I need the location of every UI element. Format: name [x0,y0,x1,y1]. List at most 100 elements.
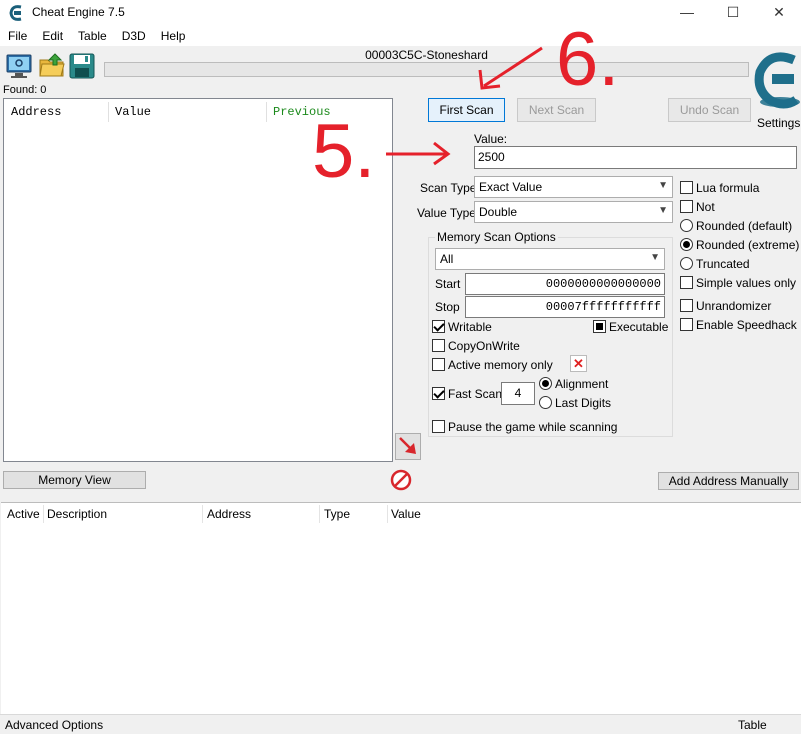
start-address-input[interactable]: 0000000000000000 [465,273,665,295]
maximize-button[interactable]: ☐ [710,0,756,26]
alignment-radio[interactable] [539,377,552,390]
open-folder-button[interactable] [38,52,66,80]
value-type-label: Value Type [417,206,476,220]
cheat-engine-logo-icon[interactable] [754,50,801,114]
cheat-engine-app-icon [9,5,22,21]
fast-scan-checkbox[interactable] [432,387,445,400]
close-icon: ✕ [773,4,785,20]
not-label: Not [696,200,715,214]
copy-on-write-label: CopyOnWrite [448,339,520,353]
chevron-down-icon: ▼ [658,205,668,216]
save-button[interactable] [68,52,96,80]
simple-values-only-checkbox[interactable] [680,276,693,289]
lua-formula-checkbox[interactable] [680,181,693,194]
column-separator [43,505,44,523]
executable-label: Executable [609,320,669,334]
value-type-select[interactable]: Double ▼ [474,201,673,223]
minimize-button[interactable]: — [664,0,710,26]
memory-region-select[interactable]: All ▼ [435,248,665,270]
simple-values-only-label: Simple values only [696,276,797,290]
writable-checkbox[interactable] [432,320,445,333]
memory-view-button[interactable]: Memory View [3,471,146,489]
pause-game-label: Pause the game while scanning [448,420,618,434]
scan-type-value: Exact Value [479,180,543,194]
menu-d3d[interactable]: D3D [114,26,153,43]
start-label: Start [435,277,461,291]
column-address[interactable]: Address [4,99,61,125]
column-value[interactable]: Value [391,507,421,521]
close-button[interactable]: ✕ [756,0,801,26]
pause-game-checkbox[interactable] [432,420,445,433]
active-memory-only-checkbox[interactable] [432,358,445,371]
rounded-extreme-radio[interactable] [680,238,693,251]
found-count: Found: 0 [3,84,47,96]
rounded-extreme-label: Rounded (extreme) [696,238,800,252]
minimize-icon: — [680,4,694,20]
enable-speedhack-checkbox[interactable] [680,318,693,331]
window-title: Cheat Engine 7.5 [32,5,125,19]
open-process-button[interactable] [5,52,33,80]
last-digits-radio[interactable] [539,396,552,409]
memory-scan-options-title: Memory Scan Options [435,230,558,244]
copy-on-write-checkbox[interactable] [432,339,445,352]
column-active[interactable]: Active [7,507,40,521]
undo-scan-button[interactable]: Undo Scan [668,98,751,122]
rounded-default-label: Rounded (default) [696,219,793,233]
executable-checkbox[interactable] [593,320,606,333]
truncated-radio[interactable] [680,257,693,270]
status-bar [0,714,801,734]
annotation-arrow-down-left-icon [478,46,543,90]
chevron-down-icon: ▼ [658,180,668,191]
address-list[interactable]: Active Description Address Type Value [1,502,801,714]
menu-table[interactable]: Table [70,26,114,43]
column-separator [202,505,203,523]
column-separator [387,505,388,523]
active-memory-only-label: Active memory only [448,358,553,372]
add-to-list-button[interactable] [395,433,421,460]
table-extras-link[interactable]: Table Extras [738,718,801,734]
annotation-arrow-right-icon [386,141,451,166]
value-label: Value: [474,132,508,146]
alignment-label: Alignment [555,377,609,391]
column-separator [319,505,320,523]
column-address[interactable]: Address [207,507,251,521]
memory-region-value: All [440,252,454,266]
column-value[interactable]: Value [108,99,151,125]
chevron-down-icon: ▼ [650,252,660,263]
menu-file[interactable]: File [0,26,34,43]
stop-icon[interactable] [389,468,413,492]
not-checkbox[interactable] [680,200,693,213]
writable-label: Writable [448,320,492,334]
annotation-step-6: 6. [556,17,620,102]
menu-help[interactable]: Help [153,26,193,43]
annotation-step-5: 5. [312,109,376,194]
rounded-default-radio[interactable] [680,219,693,232]
add-address-manually-button[interactable]: Add Address Manually [658,472,799,490]
settings-label[interactable]: Settings [757,116,800,130]
menu-bar: File Edit Table D3D Help [0,26,801,46]
stop-label: Stop [435,300,460,314]
menu-edit[interactable]: Edit [34,26,70,43]
advanced-options-link[interactable]: Advanced Options [5,718,103,732]
first-scan-button[interactable]: First Scan [428,98,505,122]
scan-type-select[interactable]: Exact Value ▼ [474,176,673,198]
fast-scan-alignment-input[interactable]: 4 [501,382,535,405]
fast-scan-label: Fast Scan [448,387,503,401]
scan-progress-bar [104,62,749,77]
scan-type-label: Scan Type [420,181,477,195]
enable-speedhack-label: Enable Speedhack [696,318,797,332]
maximize-icon: ☐ [726,4,740,20]
unrandomizer-checkbox[interactable] [680,299,693,312]
arrow-down-right-icon [399,437,416,454]
close-icon[interactable]: ✕ [570,355,587,372]
process-name: 00003C5C-Stoneshard [365,48,488,62]
value-input[interactable]: 2500 [474,146,797,169]
unrandomizer-label: Unrandomizer [696,299,772,313]
lua-formula-label: Lua formula [696,181,760,195]
truncated-label: Truncated [696,257,750,271]
column-description[interactable]: Description [47,507,107,521]
column-type[interactable]: Type [324,507,350,521]
last-digits-label: Last Digits [555,396,612,410]
value-type-value: Double [479,205,518,219]
stop-address-input[interactable]: 00007fffffffffff [465,296,665,318]
